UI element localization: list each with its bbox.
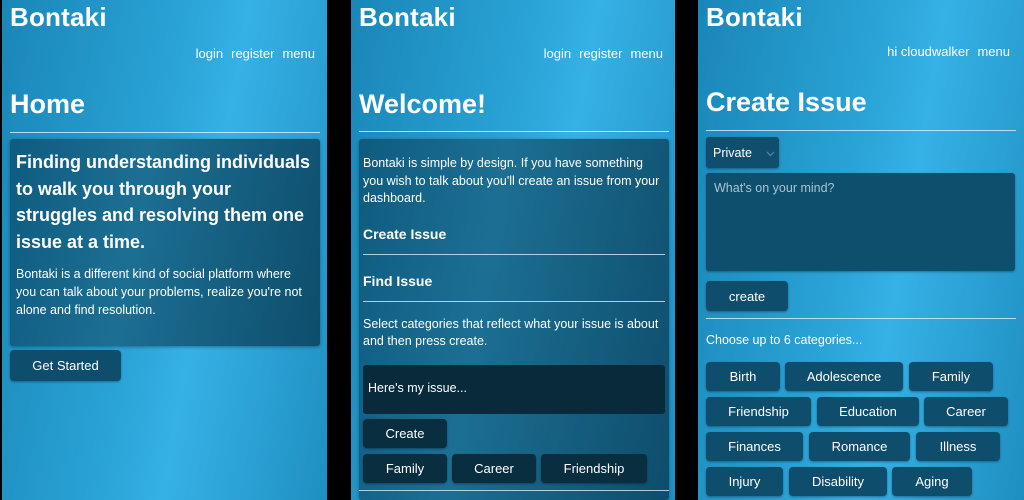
brand-logo[interactable]: Bontaki (359, 2, 456, 33)
category-chip-friendship[interactable]: Friendship (541, 453, 647, 483)
divider (706, 130, 1016, 131)
page-title: Welcome! (359, 89, 487, 119)
category-chip-aging[interactable]: Aging (892, 467, 972, 496)
nav-menu-link[interactable]: menu (977, 44, 1010, 59)
home-screen: Bontaki login register menu Home Finding… (2, 0, 327, 500)
page-title: Create Issue (706, 87, 867, 117)
hero-description: Bontaki is a different kind of social pl… (16, 267, 302, 317)
category-chip-friendship[interactable]: Friendship (706, 397, 811, 426)
user-greeting[interactable]: hi cloudwalker (887, 44, 969, 59)
hero-card: Finding understanding individuals to wal… (10, 139, 320, 346)
choose-categories-text: Choose up to 6 categories... (706, 333, 863, 347)
visibility-value: Private (713, 145, 752, 160)
section-divider (363, 300, 665, 302)
divider (359, 490, 669, 491)
create-button[interactable]: Create (363, 418, 447, 448)
nav-login-link[interactable]: login (544, 46, 571, 61)
chevron-down-icon (766, 146, 775, 160)
page-title: Home (10, 89, 86, 119)
brand-logo[interactable]: Bontaki (706, 2, 803, 33)
nav-login-link[interactable]: login (196, 46, 223, 61)
brand-logo[interactable]: Bontaki (10, 2, 107, 33)
category-chip-family[interactable]: Family (363, 453, 447, 483)
section-divider (363, 253, 665, 255)
category-chip-birth[interactable]: Birth (706, 362, 780, 391)
category-chip-injury[interactable]: Injury (706, 467, 783, 496)
section-find-issue: Find Issue (363, 272, 433, 289)
section-create-issue: Create Issue (363, 225, 447, 242)
welcome-screen: Bontaki login register menu Welcome! Bon… (351, 0, 675, 500)
issue-example-box: Here's my issue... (363, 364, 665, 414)
category-chip-family[interactable]: Family (909, 362, 993, 391)
top-nav: login register menu (544, 46, 663, 61)
category-chip-education[interactable]: Education (817, 397, 919, 426)
category-chip-career[interactable]: Career (924, 397, 1008, 426)
nav-register-link[interactable]: register (579, 46, 622, 61)
divider (359, 131, 669, 132)
create-button[interactable]: create (706, 281, 788, 311)
nav-menu-link[interactable]: menu (630, 46, 663, 61)
category-chip-finances[interactable]: Finances (706, 432, 803, 461)
category-chip-career[interactable]: Career (452, 453, 536, 483)
categories-instructions: Select categories that reflect what your… (363, 316, 659, 349)
issue-textarea[interactable]: What's on your mind? (706, 173, 1015, 271)
category-chip-adolescence[interactable]: Adolescence (785, 362, 903, 391)
top-nav: login register menu (196, 46, 315, 61)
create-issue-screen: Bontaki hi cloudwalker menu Create Issue… (698, 0, 1024, 500)
divider (706, 318, 1016, 319)
get-started-button[interactable]: Get Started (10, 350, 121, 381)
category-chip-disability[interactable]: Disability (789, 467, 887, 496)
nav-menu-link[interactable]: menu (282, 46, 315, 61)
divider (10, 132, 320, 133)
intro-text: Bontaki is simple by design. If you have… (363, 156, 660, 205)
visibility-select[interactable]: Private (706, 137, 779, 168)
hero-headline: Finding understanding individuals to wal… (16, 152, 310, 252)
nav-register-link[interactable]: register (231, 46, 274, 61)
category-chip-romance[interactable]: Romance (809, 432, 910, 461)
welcome-card: Bontaki is simple by design. If you have… (359, 139, 669, 500)
category-chip-illness[interactable]: Illness (916, 432, 1000, 461)
top-nav: hi cloudwalker menu (887, 44, 1010, 59)
